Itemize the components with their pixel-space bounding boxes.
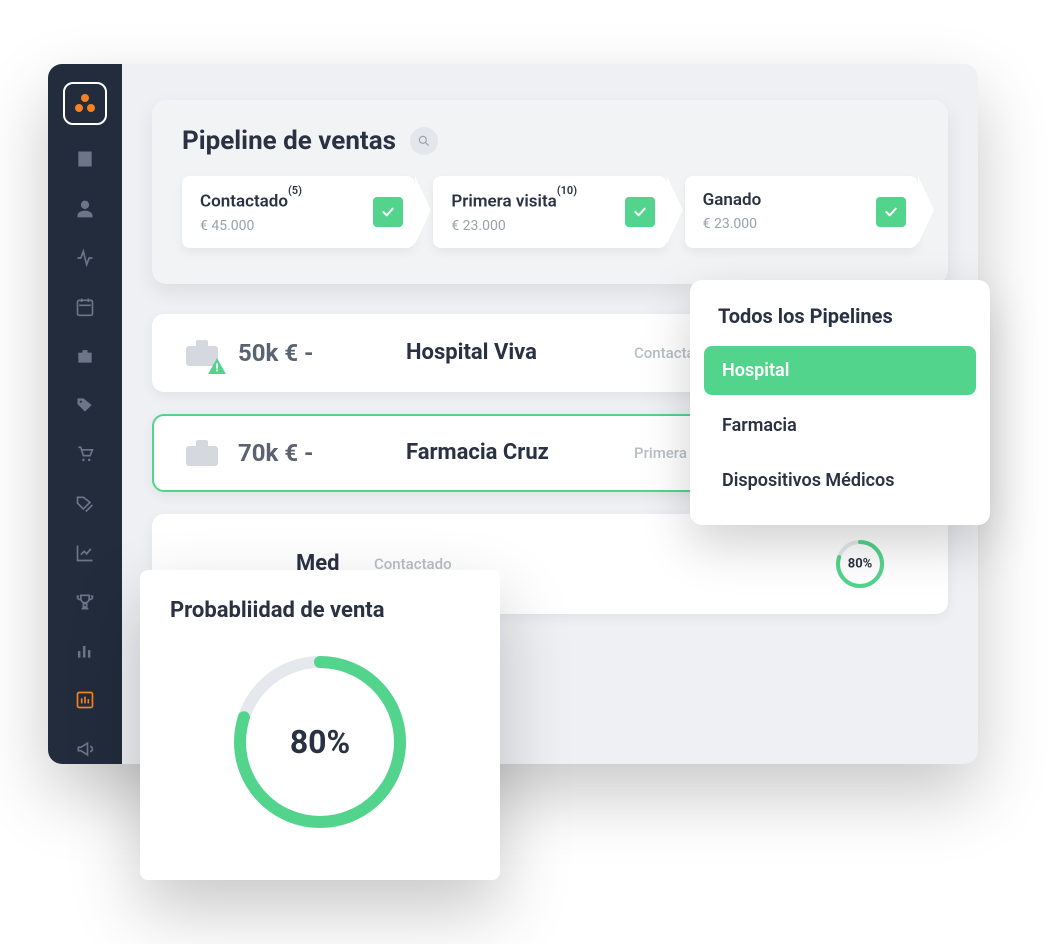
dropdown-item-farmacia[interactable]: Farmacia (704, 401, 976, 450)
tags-icon[interactable] (70, 489, 100, 518)
tag-icon[interactable] (70, 391, 100, 420)
deal-probability-label: 80% (848, 556, 873, 571)
stage-amount: € 45.000 (200, 218, 361, 234)
building-icon[interactable] (70, 145, 100, 174)
calendar-icon[interactable] (70, 292, 100, 321)
dashboard-icon[interactable] (70, 686, 100, 715)
check-icon (876, 197, 906, 227)
pipeline-card: Pipeline de ventas Contactado(5) € 45.00… (152, 100, 948, 284)
bar-chart-icon[interactable] (70, 636, 100, 665)
sidebar (48, 64, 122, 764)
probability-value: 80% (290, 723, 350, 761)
stage-amount: € 23.000 (703, 216, 864, 232)
stage-label: Ganado (703, 190, 762, 210)
dropdown-title: Todos los Pipelines (704, 294, 976, 346)
stage-count: (5) (288, 184, 302, 197)
user-icon[interactable] (70, 194, 100, 223)
search-icon[interactable] (410, 127, 438, 155)
deal-name: Hospital Viva (406, 340, 616, 365)
pipeline-stages: Contactado(5) € 45.000 Primera visita(10… (182, 176, 918, 248)
stage-count: (10) (557, 184, 577, 197)
stage-amount: € 23.000 (451, 218, 612, 234)
pipeline-stage-ganado[interactable]: Ganado € 23.000 (685, 176, 918, 248)
chart-line-icon[interactable] (70, 538, 100, 567)
check-icon (373, 197, 403, 227)
deal-name: Farmacia Cruz (406, 440, 616, 465)
deal-amount: 50k € - (238, 339, 388, 367)
pipeline-filter-dropdown: Todos los Pipelines Hospital Farmacia Di… (690, 280, 990, 525)
pipeline-title: Pipeline de ventas (182, 126, 396, 156)
dropdown-item-hospital[interactable]: Hospital (704, 346, 976, 395)
deal-amount: 70k € - (238, 439, 388, 467)
probability-gauge: 80% (170, 647, 470, 837)
stage-label: Primera visita (451, 192, 556, 212)
activity-icon[interactable] (70, 243, 100, 272)
dropdown-item-dispositivos[interactable]: Dispositivos Médicos (704, 456, 976, 505)
briefcase-icon (184, 338, 220, 368)
megaphone-icon[interactable] (70, 735, 100, 764)
warning-icon (208, 358, 226, 374)
app-logo (63, 82, 107, 125)
pipeline-stage-contactado[interactable]: Contactado(5) € 45.000 (182, 176, 415, 248)
stage-label: Contactado (200, 192, 288, 212)
pipeline-stage-primera-visita[interactable]: Primera visita(10) € 23.000 (433, 176, 666, 248)
briefcase-icon[interactable] (70, 342, 100, 371)
probability-title: Probabliidad de venta (170, 598, 470, 623)
probability-card: Probabliidad de venta 80% (140, 570, 500, 880)
briefcase-icon (184, 438, 220, 468)
check-icon (625, 197, 655, 227)
deal-probability-gauge: 80% (834, 538, 886, 590)
trophy-icon[interactable] (70, 587, 100, 616)
cart-icon[interactable] (70, 440, 100, 469)
